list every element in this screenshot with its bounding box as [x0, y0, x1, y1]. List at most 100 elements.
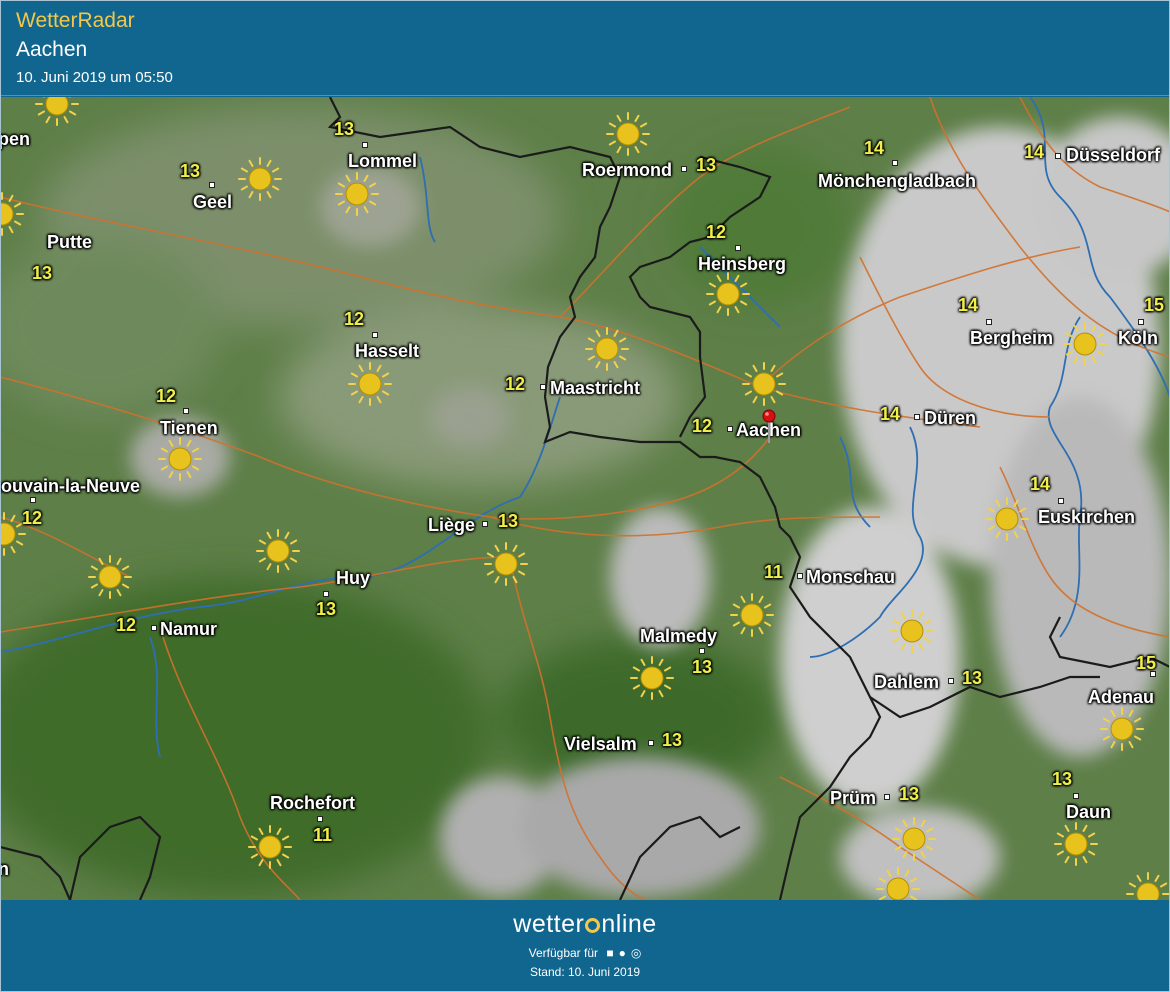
city-marker — [681, 166, 687, 172]
city-marker — [540, 384, 546, 390]
temperature-label: 11 — [764, 562, 784, 582]
logo-text-end: nline — [601, 910, 657, 938]
city-marker — [1055, 153, 1061, 159]
city-label[interactable]: Malmedy — [640, 627, 717, 645]
sun-icon — [484, 542, 528, 586]
city-label[interactable]: Bergheim — [970, 329, 1053, 347]
map-overlay: Lommel 13 Geel 13 Putte 13 Roermond 13 Mönchengl… — [0, 97, 1170, 900]
city-marker — [362, 142, 368, 148]
city-label[interactable]: Tienen — [160, 419, 218, 437]
city-label[interactable]: Düren — [924, 409, 976, 427]
temperature-label: 15 — [1144, 295, 1165, 315]
temperature-label: 12 — [692, 416, 713, 436]
sun-icon — [1063, 322, 1107, 366]
city-marker — [30, 497, 36, 503]
city-marker — [699, 648, 705, 654]
city-label[interactable]: Rochefort — [270, 794, 355, 812]
city-marker — [317, 816, 323, 822]
city-label[interactable]: Hasselt — [355, 342, 419, 360]
app-header: WetterRadar Aachen 10. Juni 2019 um 05:5… — [0, 0, 1170, 96]
temperature-label: 14 — [1024, 142, 1045, 162]
timestamp: 10. Juni 2019 um 05:50 — [16, 69, 173, 86]
sun-icon — [88, 555, 132, 599]
sun-icon — [1126, 872, 1170, 900]
city-label[interactable]: Daun — [1066, 803, 1111, 821]
apple-icon[interactable]: ● — [619, 946, 626, 960]
city-label[interactable]: Liège — [428, 516, 475, 534]
city-label[interactable]: Dahlem — [874, 673, 939, 691]
sun-icon — [630, 656, 674, 700]
temperature-label: 13 — [316, 599, 337, 619]
city-label[interactable]: Heinsberg — [698, 255, 786, 273]
city-label[interactable]: Maastricht — [550, 379, 640, 397]
sun-icon — [1054, 822, 1098, 866]
temperature-label: 14 — [1030, 474, 1051, 494]
temperature-label: 13 — [180, 161, 201, 181]
temperature-label: 12 — [706, 222, 727, 242]
availability-line: Verfügbar für ■ ● ◎ — [0, 946, 1170, 960]
sun-icon — [1100, 707, 1144, 751]
temperature-label: 12 — [156, 386, 177, 406]
city-label[interactable]: Düsseldorf — [1066, 146, 1160, 164]
city-marker — [151, 625, 157, 631]
wetteronline-logo[interactable]: wetter nline — [0, 910, 1170, 939]
location-pin-icon[interactable] — [762, 409, 776, 443]
sun-icon — [248, 825, 292, 869]
city-label[interactable]: Köln — [1118, 329, 1158, 347]
sun-icon — [876, 867, 920, 900]
logo-o-icon — [585, 918, 601, 933]
city-label[interactable]: Vielsalm — [564, 735, 637, 753]
temperature-label: 13 — [1052, 769, 1073, 789]
data-stand: Stand: 10. Juni 2019 — [529, 965, 641, 979]
temperature-label: 14 — [880, 404, 901, 424]
sun-icon — [256, 529, 300, 573]
sun-icon — [892, 817, 936, 861]
sun-icon — [706, 272, 750, 316]
web-icon[interactable]: ◎ — [631, 946, 641, 960]
city-label[interactable]: Lommel — [348, 152, 417, 170]
city-label[interactable]: Putte — [47, 233, 92, 251]
temperature-label: 12 — [344, 309, 365, 329]
location-title: Aachen — [16, 38, 88, 61]
temperature-label: 12 — [505, 374, 526, 394]
temperature-label: 12 — [116, 615, 137, 635]
city-marker — [183, 408, 189, 414]
city-marker — [209, 182, 215, 188]
city-label[interactable]: Adenau — [1088, 688, 1154, 706]
city-marker — [892, 160, 898, 166]
temperature-label: 12 — [22, 508, 43, 528]
city-marker — [735, 245, 741, 251]
edge-city-label: n — [0, 859, 9, 879]
city-label[interactable]: Geel — [193, 193, 232, 211]
temperature-label: 11 — [313, 825, 333, 845]
sun-icon — [585, 327, 629, 371]
android-icon[interactable]: ■ — [606, 946, 613, 960]
sun-icon — [238, 157, 282, 201]
availability-label: Verfügbar für — [528, 946, 599, 960]
sun-icon — [35, 97, 79, 126]
city-marker — [727, 426, 733, 432]
city-marker — [482, 521, 488, 527]
city-marker — [797, 573, 803, 579]
temperature-label: 14 — [864, 138, 885, 158]
city-label[interactable]: Euskirchen — [1038, 508, 1135, 526]
city-label[interactable]: Mönchengladbach — [818, 172, 976, 190]
sun-icon — [158, 437, 202, 481]
temperature-label: 14 — [958, 295, 979, 315]
city-label[interactable]: Huy — [336, 569, 370, 587]
temperature-label: 13 — [662, 730, 683, 750]
city-marker — [1058, 498, 1064, 504]
temperature-label: 13 — [334, 119, 355, 139]
weather-radar-map[interactable]: Lommel 13 Geel 13 Putte 13 Roermond 13 Mönchengl… — [0, 97, 1170, 900]
temperature-label: 13 — [696, 155, 717, 175]
city-marker — [914, 414, 920, 420]
city-label[interactable]: Prüm — [830, 789, 876, 807]
edge-city-label: pen — [0, 129, 31, 149]
city-marker — [648, 740, 654, 746]
city-label[interactable]: Roermond — [582, 161, 672, 179]
city-label[interactable]: Louvain-la-Neuve — [0, 477, 140, 495]
city-label[interactable]: Monschau — [806, 568, 895, 586]
city-marker — [884, 794, 890, 800]
city-label[interactable]: Namur — [160, 620, 217, 638]
app-title: WetterRadar — [16, 9, 135, 32]
